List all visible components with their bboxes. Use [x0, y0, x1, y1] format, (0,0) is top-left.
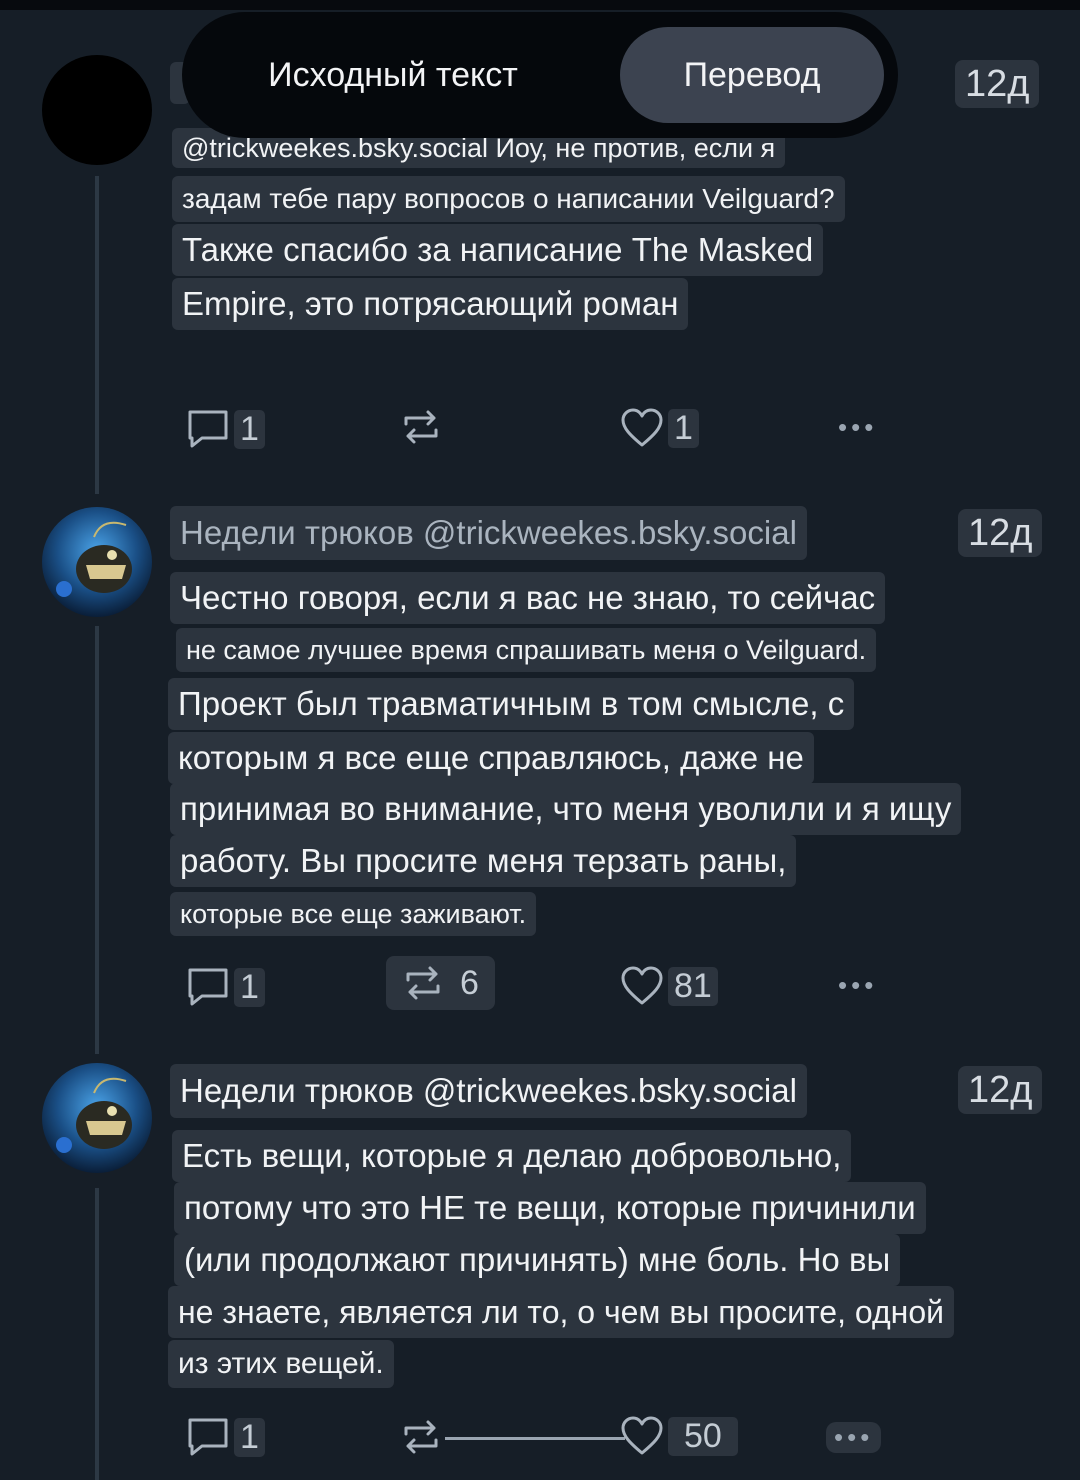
post-author[interactable]: Недели трюков @trickweekes.bsky.social: [170, 506, 807, 560]
post-text-line: Empire, это потрясающий роман: [172, 278, 689, 330]
speech-bubble-icon: [188, 410, 228, 448]
repost-count: 6: [460, 963, 479, 1002]
post-time: 12д: [955, 60, 1040, 108]
reply-count: 1: [234, 1417, 265, 1457]
like-button[interactable]: 1: [620, 408, 699, 448]
post-text-line: Также спасибо за написание The Masked: [172, 224, 824, 276]
post-text-line: Проект был травматичным в том смысле, с: [168, 678, 855, 730]
reply-count: 1: [234, 967, 265, 1007]
thread-line: [95, 1188, 99, 1480]
heart-icon: [621, 408, 663, 447]
repost-button[interactable]: 6: [386, 956, 495, 1010]
post-text-line: которым я все еще справляюсь, даже не: [168, 732, 814, 784]
post-text-line: которые все еще заживают.: [170, 892, 537, 936]
reply-count: 1: [234, 409, 265, 449]
like-count: 81: [668, 966, 718, 1006]
slider-line: [445, 1437, 625, 1440]
reply-button[interactable]: 1: [186, 966, 265, 1008]
heart-icon: [621, 966, 663, 1005]
ellipsis-icon[interactable]: •••: [838, 970, 877, 1001]
speech-bubble-icon: [188, 968, 228, 1006]
like-count: 1: [668, 408, 699, 448]
ellipsis-icon[interactable]: •••: [838, 412, 877, 443]
post-text-line: из этих вещей.: [168, 1340, 394, 1388]
post-text-line: не самое лучшее время спрашивать меня о …: [176, 628, 877, 672]
avatar[interactable]: [42, 1063, 152, 1173]
thread-line: [95, 626, 99, 1054]
ellipsis-icon[interactable]: •••: [826, 1422, 882, 1453]
post-text-line: (или продолжают причинять) мне боль. Но …: [174, 1234, 901, 1286]
post-text-line: не знаете, является ли то, о чем вы прос…: [168, 1286, 954, 1338]
reply-button[interactable]: 1: [186, 408, 265, 450]
repost-arrows-icon: [404, 1420, 438, 1454]
heart-icon: [621, 1416, 663, 1455]
speech-bubble-icon: [188, 1418, 228, 1456]
original-text-tab[interactable]: Исходный текст: [206, 27, 580, 123]
avatar[interactable]: [42, 507, 152, 617]
post-text-line: Есть вещи, которые я делаю добровольно,: [172, 1130, 852, 1182]
reply-button[interactable]: 1: [186, 1416, 265, 1458]
repost-button[interactable]: [400, 406, 442, 448]
post-text-line: Честно говоря, если я вас не знаю, то се…: [170, 572, 886, 624]
post-text-line: принимая во внимание, что меня уволили и…: [170, 783, 962, 835]
translation-toggle: Исходный текст Перевод: [182, 12, 898, 138]
repost-arrows-icon: [406, 966, 440, 1000]
post-time: 12д: [958, 509, 1043, 557]
repost-button[interactable]: [400, 1416, 442, 1458]
post-author[interactable]: Недели трюков @trickweekes.bsky.social: [170, 1064, 807, 1118]
repost-arrows-icon: [404, 410, 438, 444]
translation-tab[interactable]: Перевод: [620, 27, 884, 123]
like-button[interactable]: 50: [620, 1416, 738, 1456]
like-count: 50: [668, 1416, 738, 1456]
like-button[interactable]: 81: [620, 966, 718, 1006]
top-status-band: [0, 0, 1080, 10]
thread-line: [95, 176, 99, 494]
post-text-line: потому что это НЕ те вещи, которые причи…: [174, 1182, 926, 1234]
avatar[interactable]: [42, 55, 152, 165]
post-text-line: задам тебе пару вопросов о написании Vei…: [172, 176, 845, 222]
post-text-line: работу. Вы просите меня терзать раны,: [170, 835, 797, 887]
post-time: 12д: [958, 1066, 1043, 1114]
